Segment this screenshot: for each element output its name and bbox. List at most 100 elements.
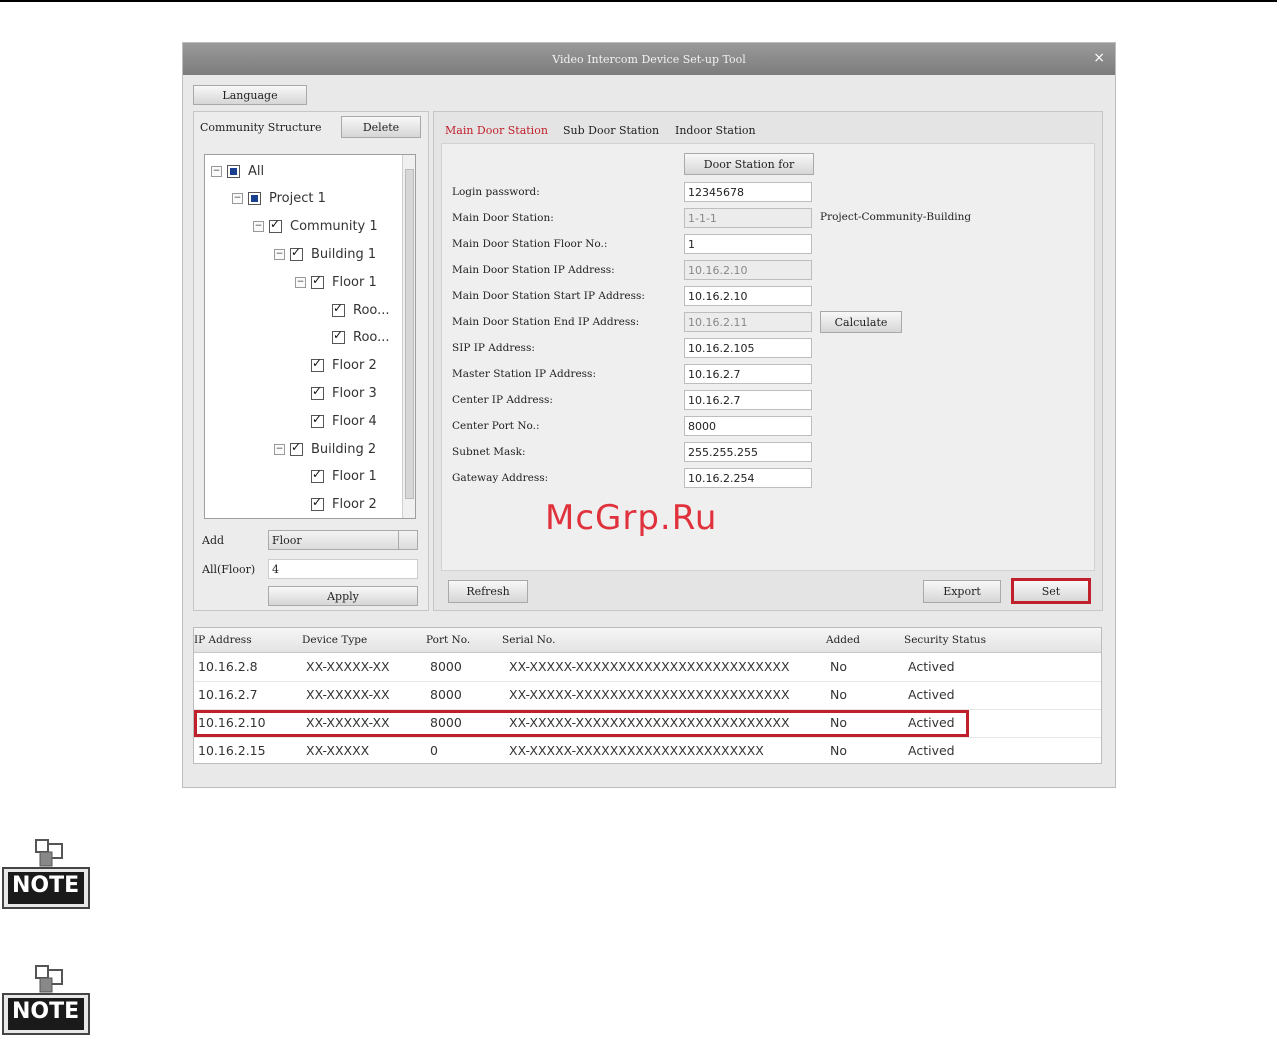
table-cell: 8000 (430, 659, 462, 674)
tree-checkbox[interactable] (311, 384, 324, 400)
form-field[interactable]: 10.16.2.254 (684, 468, 812, 488)
form-label: Center IP Address: (452, 394, 553, 406)
tree-checkbox[interactable] (248, 192, 261, 206)
tree-node[interactable]: Floor 2 (295, 495, 377, 515)
note-label: NOTE (12, 873, 80, 898)
tree-node[interactable]: Floor 4 (295, 411, 377, 431)
tree-node[interactable]: − All (211, 161, 264, 181)
table-cell: XX-XXXXX-XXXXXXXXXXXXXXXXXXXXXX (509, 743, 764, 758)
tree-scroll-thumb[interactable] (405, 169, 414, 499)
collapse-icon[interactable]: − (274, 248, 285, 260)
collapse-icon[interactable]: − (232, 193, 243, 205)
form-label: Gateway Address: (452, 472, 549, 484)
tree-checkbox[interactable] (332, 301, 345, 317)
form-label: Subnet Mask: (452, 446, 526, 458)
tab-indoor-station[interactable]: Indoor Station (675, 124, 756, 137)
tree-scrollbar[interactable] (402, 155, 415, 518)
table-cell: Actived (908, 687, 955, 702)
form-label: Login password: (452, 186, 540, 198)
tree-node[interactable]: − Community 1 (253, 217, 378, 237)
form-field[interactable]: 255.255.255 (684, 442, 812, 462)
refresh-button[interactable]: Refresh (448, 580, 528, 603)
form-field[interactable]: 10.16.2.105 (684, 338, 812, 358)
tree-node-label: Floor 2 (332, 358, 377, 374)
form-field[interactable]: 10.16.2.7 (684, 364, 812, 384)
tab-main-door-station[interactable]: Main Door Station (445, 124, 548, 137)
form-field[interactable]: 8000 (684, 416, 812, 436)
table-cell: XX-XXXXX-XXXXXXXXXXXXXXXXXXXXXXXXX (509, 659, 790, 674)
selected-row-highlight (194, 710, 969, 737)
table-cell: 10.16.2.7 (198, 687, 258, 702)
add-type-select[interactable]: Floor (268, 530, 418, 550)
form-field[interactable]: 10.16.2.7 (684, 390, 812, 410)
tree-node[interactable]: − Building 1 (274, 244, 376, 264)
add-label: Add (202, 534, 225, 547)
tree-checkbox[interactable] (311, 273, 324, 289)
device-list[interactable]: IP Address Device Type Port No. Serial N… (193, 627, 1102, 764)
tree-node[interactable]: − Floor 1 (295, 272, 377, 292)
device-list-header: IP Address Device Type Port No. Serial N… (194, 628, 1101, 653)
tab-sub-door-station[interactable]: Sub Door Station (563, 124, 659, 137)
language-button[interactable]: Language (193, 85, 307, 105)
form-field[interactable]: 12345678 (684, 182, 812, 202)
tree-node-label: Building 2 (311, 441, 377, 457)
export-button[interactable]: Export (923, 580, 1001, 603)
apply-button[interactable]: Apply (268, 586, 418, 606)
form-label: SIP IP Address: (452, 342, 535, 354)
tree-node-label: Project 1 (269, 191, 326, 207)
table-cell: No (830, 687, 847, 702)
tree-node[interactable]: Floor 1 (295, 467, 377, 487)
form-field: 10.16.2.11 (684, 312, 812, 332)
form-field[interactable]: 10.16.2.10 (684, 286, 812, 306)
tree-checkbox[interactable] (290, 245, 303, 261)
chevron-down-icon[interactable] (398, 531, 417, 549)
note-icon: NOTE (2, 964, 90, 1036)
community-tree[interactable]: − All − Project 1 − Community 1 − Building 1 − Fl… (204, 154, 416, 519)
set-button-highlight (1011, 578, 1091, 604)
collapse-icon[interactable]: − (274, 443, 285, 455)
table-cell: 10.16.2.8 (198, 659, 258, 674)
collapse-icon[interactable]: − (211, 165, 222, 177)
window-title: Video Intercom Device Set-up Tool (552, 52, 746, 66)
tree-checkbox[interactable] (311, 495, 324, 512)
all-floor-label: All(Floor) (202, 563, 256, 576)
close-icon[interactable]: × (1093, 50, 1105, 66)
table-row[interactable]: 10.16.2.7 XX-XXXXX-XX 8000 XX-XXXXX-XXXXXXX… (194, 681, 1101, 710)
note-label: NOTE (12, 999, 80, 1024)
community-structure-panel: Community Structure Delete − All − Project … (193, 111, 429, 611)
tree-checkbox[interactable] (332, 328, 345, 345)
tree-node[interactable]: Roo... (316, 328, 390, 348)
tree-node-label: Floor 1 (332, 274, 377, 290)
tree-node[interactable]: Floor 2 (295, 356, 377, 376)
col-serial-no[interactable]: Serial No. (502, 634, 555, 646)
calculate-button[interactable]: Calculate (820, 311, 902, 333)
collapse-icon[interactable]: − (295, 276, 306, 288)
tree-checkbox[interactable] (311, 412, 324, 428)
table-row[interactable]: 10.16.2.8 XX-XXXXX-XX 8000 XX-XXXXX-XXXXXXX… (194, 653, 1101, 682)
delete-button[interactable]: Delete (341, 116, 421, 138)
table-cell: No (830, 659, 847, 674)
tree-node-label: Floor 3 (332, 385, 377, 401)
all-floor-input[interactable]: 4 (268, 559, 418, 579)
table-cell: XX-XXXXX-XX (306, 687, 390, 702)
col-added[interactable]: Added (826, 634, 860, 646)
tree-checkbox[interactable] (290, 440, 303, 456)
tree-node[interactable]: − Project 1 (232, 189, 326, 209)
tree-checkbox[interactable] (227, 164, 240, 178)
all-floor-value: 4 (272, 563, 279, 576)
tree-checkbox[interactable] (311, 356, 324, 373)
tree-checkbox[interactable] (269, 217, 282, 234)
tree-node[interactable]: Roo... (316, 300, 390, 320)
col-ip-address[interactable]: IP Address (194, 634, 252, 646)
tree-checkbox[interactable] (311, 467, 324, 484)
col-port-no[interactable]: Port No. (426, 634, 470, 646)
tree-node[interactable]: Floor 3 (295, 383, 377, 403)
door-station-for-button[interactable]: Door Station for (684, 153, 814, 175)
col-device-type[interactable]: Device Type (302, 634, 367, 646)
collapse-icon[interactable]: − (253, 221, 264, 233)
col-security-status[interactable]: Security Status (904, 634, 986, 646)
tree-node-label: Floor 1 (332, 469, 377, 485)
form-field[interactable]: 1 (684, 234, 812, 254)
tree-node[interactable]: − Building 2 (274, 439, 376, 459)
table-row[interactable]: 10.16.2.15 XX-XXXXX 0 XX-XXXXX-XXXXXXXXXXXX… (194, 737, 1101, 763)
